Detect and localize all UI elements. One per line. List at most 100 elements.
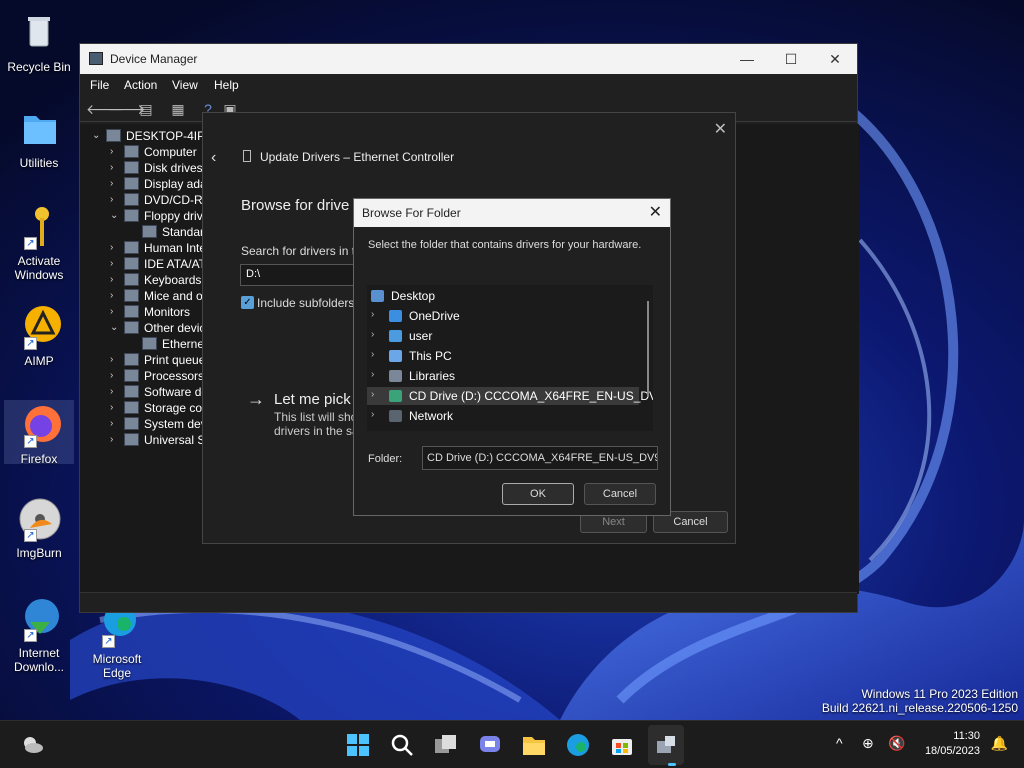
chevron-right-icon[interactable]: › <box>110 272 120 288</box>
search-icon[interactable] <box>390 733 414 757</box>
chevron-down-icon[interactable]: ⌄ <box>110 208 120 224</box>
folder-tree-item[interactable]: Desktop <box>367 287 639 305</box>
minimize-button[interactable]: — <box>725 48 769 70</box>
properties-icon[interactable]: ▤ <box>138 101 154 117</box>
desktop-icon-recycle-bin[interactable]: Recycle Bin <box>4 10 74 74</box>
recycle-bin-icon <box>16 10 62 56</box>
device-tree-label: Monitors <box>144 305 191 319</box>
desktop-icon-utilities[interactable]: Utilities <box>4 106 74 170</box>
desktop-icon-activate-windows[interactable]: ↗ Activate Windows <box>4 204 74 282</box>
browse-for-folder-dialog: Browse For Folder ✕ Select the folder th… <box>353 198 671 516</box>
cancel-button[interactable]: Cancel <box>584 483 656 505</box>
desktop-icon-imgburn[interactable]: ↗ ImgBurn <box>4 496 74 560</box>
network-icon[interactable]: ⊕ <box>862 735 874 752</box>
back-arrow-icon[interactable]: ‹ <box>211 149 216 167</box>
weather-icon[interactable] <box>20 733 44 757</box>
ok-button[interactable]: OK <box>502 483 574 505</box>
chevron-right-icon[interactable]: › <box>110 432 120 448</box>
close-icon[interactable]: ✕ <box>714 119 727 139</box>
close-icon[interactable]: ✕ <box>649 202 662 222</box>
chevron-right-icon[interactable]: › <box>371 349 374 360</box>
desktop-icon-internet-download-manager[interactable]: ↗ Internet Downlo... <box>4 596 74 674</box>
back-arrow-icon[interactable]: 🡐 <box>86 101 124 117</box>
device-category-icon <box>106 129 121 142</box>
maximize-button[interactable]: ☐ <box>769 48 813 70</box>
chevron-right-icon[interactable]: › <box>110 256 120 272</box>
folder-tree[interactable]: Desktop › OneDrive › user › This PC › Libraries ›… <box>367 285 653 431</box>
firefox-icon: ↗ <box>16 402 62 448</box>
device-manager-icon[interactable] <box>654 733 678 757</box>
scrollbar[interactable] <box>647 301 649 397</box>
folder-tree-item[interactable]: › OneDrive <box>367 307 639 325</box>
folder-tree-item[interactable]: › This PC <box>367 347 639 365</box>
folder-tree-item[interactable]: › Libraries <box>367 367 639 385</box>
chevron-right-icon[interactable]: › <box>110 416 120 432</box>
dialog-header: Update Drivers – Ethernet Controller <box>260 150 455 164</box>
desktop-icon-firefox[interactable]: ↗ Firefox <box>4 400 74 466</box>
menu-file[interactable]: File <box>90 78 109 92</box>
shortcut-arrow-icon: ↗ <box>24 435 37 448</box>
chevron-right-icon[interactable]: › <box>110 160 120 176</box>
chevron-right-icon[interactable]: › <box>110 384 120 400</box>
file-explorer-icon[interactable] <box>522 733 546 757</box>
chevron-right-icon[interactable]: › <box>371 369 374 380</box>
chevron-right-icon[interactable]: › <box>110 368 120 384</box>
chevron-right-icon[interactable]: › <box>371 309 374 320</box>
folder-tree-item[interactable]: › CD Drive (D:) CCCOMA_X64FRE_EN-US_DV9 <box>367 387 653 405</box>
chevron-down-icon[interactable]: ⌄ <box>110 320 120 336</box>
folder-tree-label: OneDrive <box>409 309 460 323</box>
chevron-right-icon[interactable]: › <box>110 192 120 208</box>
menu-action[interactable]: Action <box>124 78 157 92</box>
chevron-right-icon[interactable]: › <box>371 329 374 340</box>
menu-help[interactable]: Help <box>214 78 239 92</box>
folder-tree-item[interactable]: › Network <box>367 407 639 425</box>
device-category-icon <box>124 257 139 270</box>
folder-tree-item[interactable]: › user <box>367 327 639 345</box>
chevron-right-icon[interactable]: › <box>110 400 120 416</box>
cd-drive-icon <box>389 390 402 402</box>
store-icon[interactable] <box>610 733 634 757</box>
chevron-right-icon[interactable]: › <box>371 389 374 400</box>
chevron-right-icon[interactable]: › <box>110 240 120 256</box>
menubar: File Action View Help <box>80 74 857 96</box>
chevron-right-icon[interactable]: › <box>110 352 120 368</box>
include-subfolders-checkbox[interactable]: ✓ <box>241 296 254 309</box>
let-me-pick-link[interactable]: Let me pick <box>274 391 351 408</box>
forward-arrow-icon[interactable]: 🡒 <box>108 101 146 117</box>
device-category-icon <box>124 193 139 206</box>
browse-for-folder-titlebar[interactable]: Browse For Folder ✕ <box>354 199 670 227</box>
task-view-icon[interactable] <box>434 733 458 757</box>
start-icon[interactable] <box>346 733 370 757</box>
chevron-up-icon[interactable]: ^ <box>836 735 843 751</box>
folder-field[interactable]: CD Drive (D:) CCCOMA_X64FRE_EN-US_DV9 <box>422 446 658 470</box>
driver-path-input[interactable]: D:\ <box>240 264 370 286</box>
notification-bell-icon[interactable]: 🔔 <box>991 735 1008 752</box>
chevron-right-icon[interactable]: › <box>110 288 120 304</box>
chat-icon[interactable] <box>478 733 502 757</box>
chevron-down-icon[interactable]: ⌄ <box>92 128 102 144</box>
chevron-right-icon[interactable]: › <box>110 176 120 192</box>
folder-tree-label: Network <box>409 409 454 423</box>
desktop-icon <box>371 290 384 302</box>
chevron-right-icon[interactable]: › <box>110 304 120 320</box>
desktop-icon-aimp[interactable]: ↗ AIMP <box>4 304 74 368</box>
chevron-right-icon[interactable]: › <box>110 144 120 160</box>
chevron-right-icon[interactable]: › <box>371 409 374 420</box>
device-manager-titlebar[interactable]: Device Manager — ☐ ✕ <box>80 44 857 74</box>
edge-icon[interactable] <box>566 733 590 757</box>
menu-view[interactable]: View <box>172 78 198 92</box>
close-button[interactable]: ✕ <box>813 48 857 70</box>
libraries-icon <box>389 370 402 382</box>
desktop-icon-microsoft-edge[interactable]: ↗ Microsoft Edge <box>82 602 152 680</box>
statusbar <box>80 592 857 612</box>
device-category-icon <box>124 385 139 398</box>
let-me-pick-desc: This list will sho <box>274 410 358 424</box>
show-hide-icon[interactable]: ▦ <box>170 101 186 117</box>
desktop-icon-label: Recycle Bin <box>7 60 71 74</box>
computer-icon <box>389 350 402 362</box>
active-indicator <box>668 763 676 766</box>
device-category-icon <box>124 145 139 158</box>
clock[interactable]: 11:30 18/05/2023 <box>925 729 980 759</box>
device-category-icon <box>124 353 139 366</box>
volume-muted-icon[interactable]: 🔇 <box>888 735 905 752</box>
